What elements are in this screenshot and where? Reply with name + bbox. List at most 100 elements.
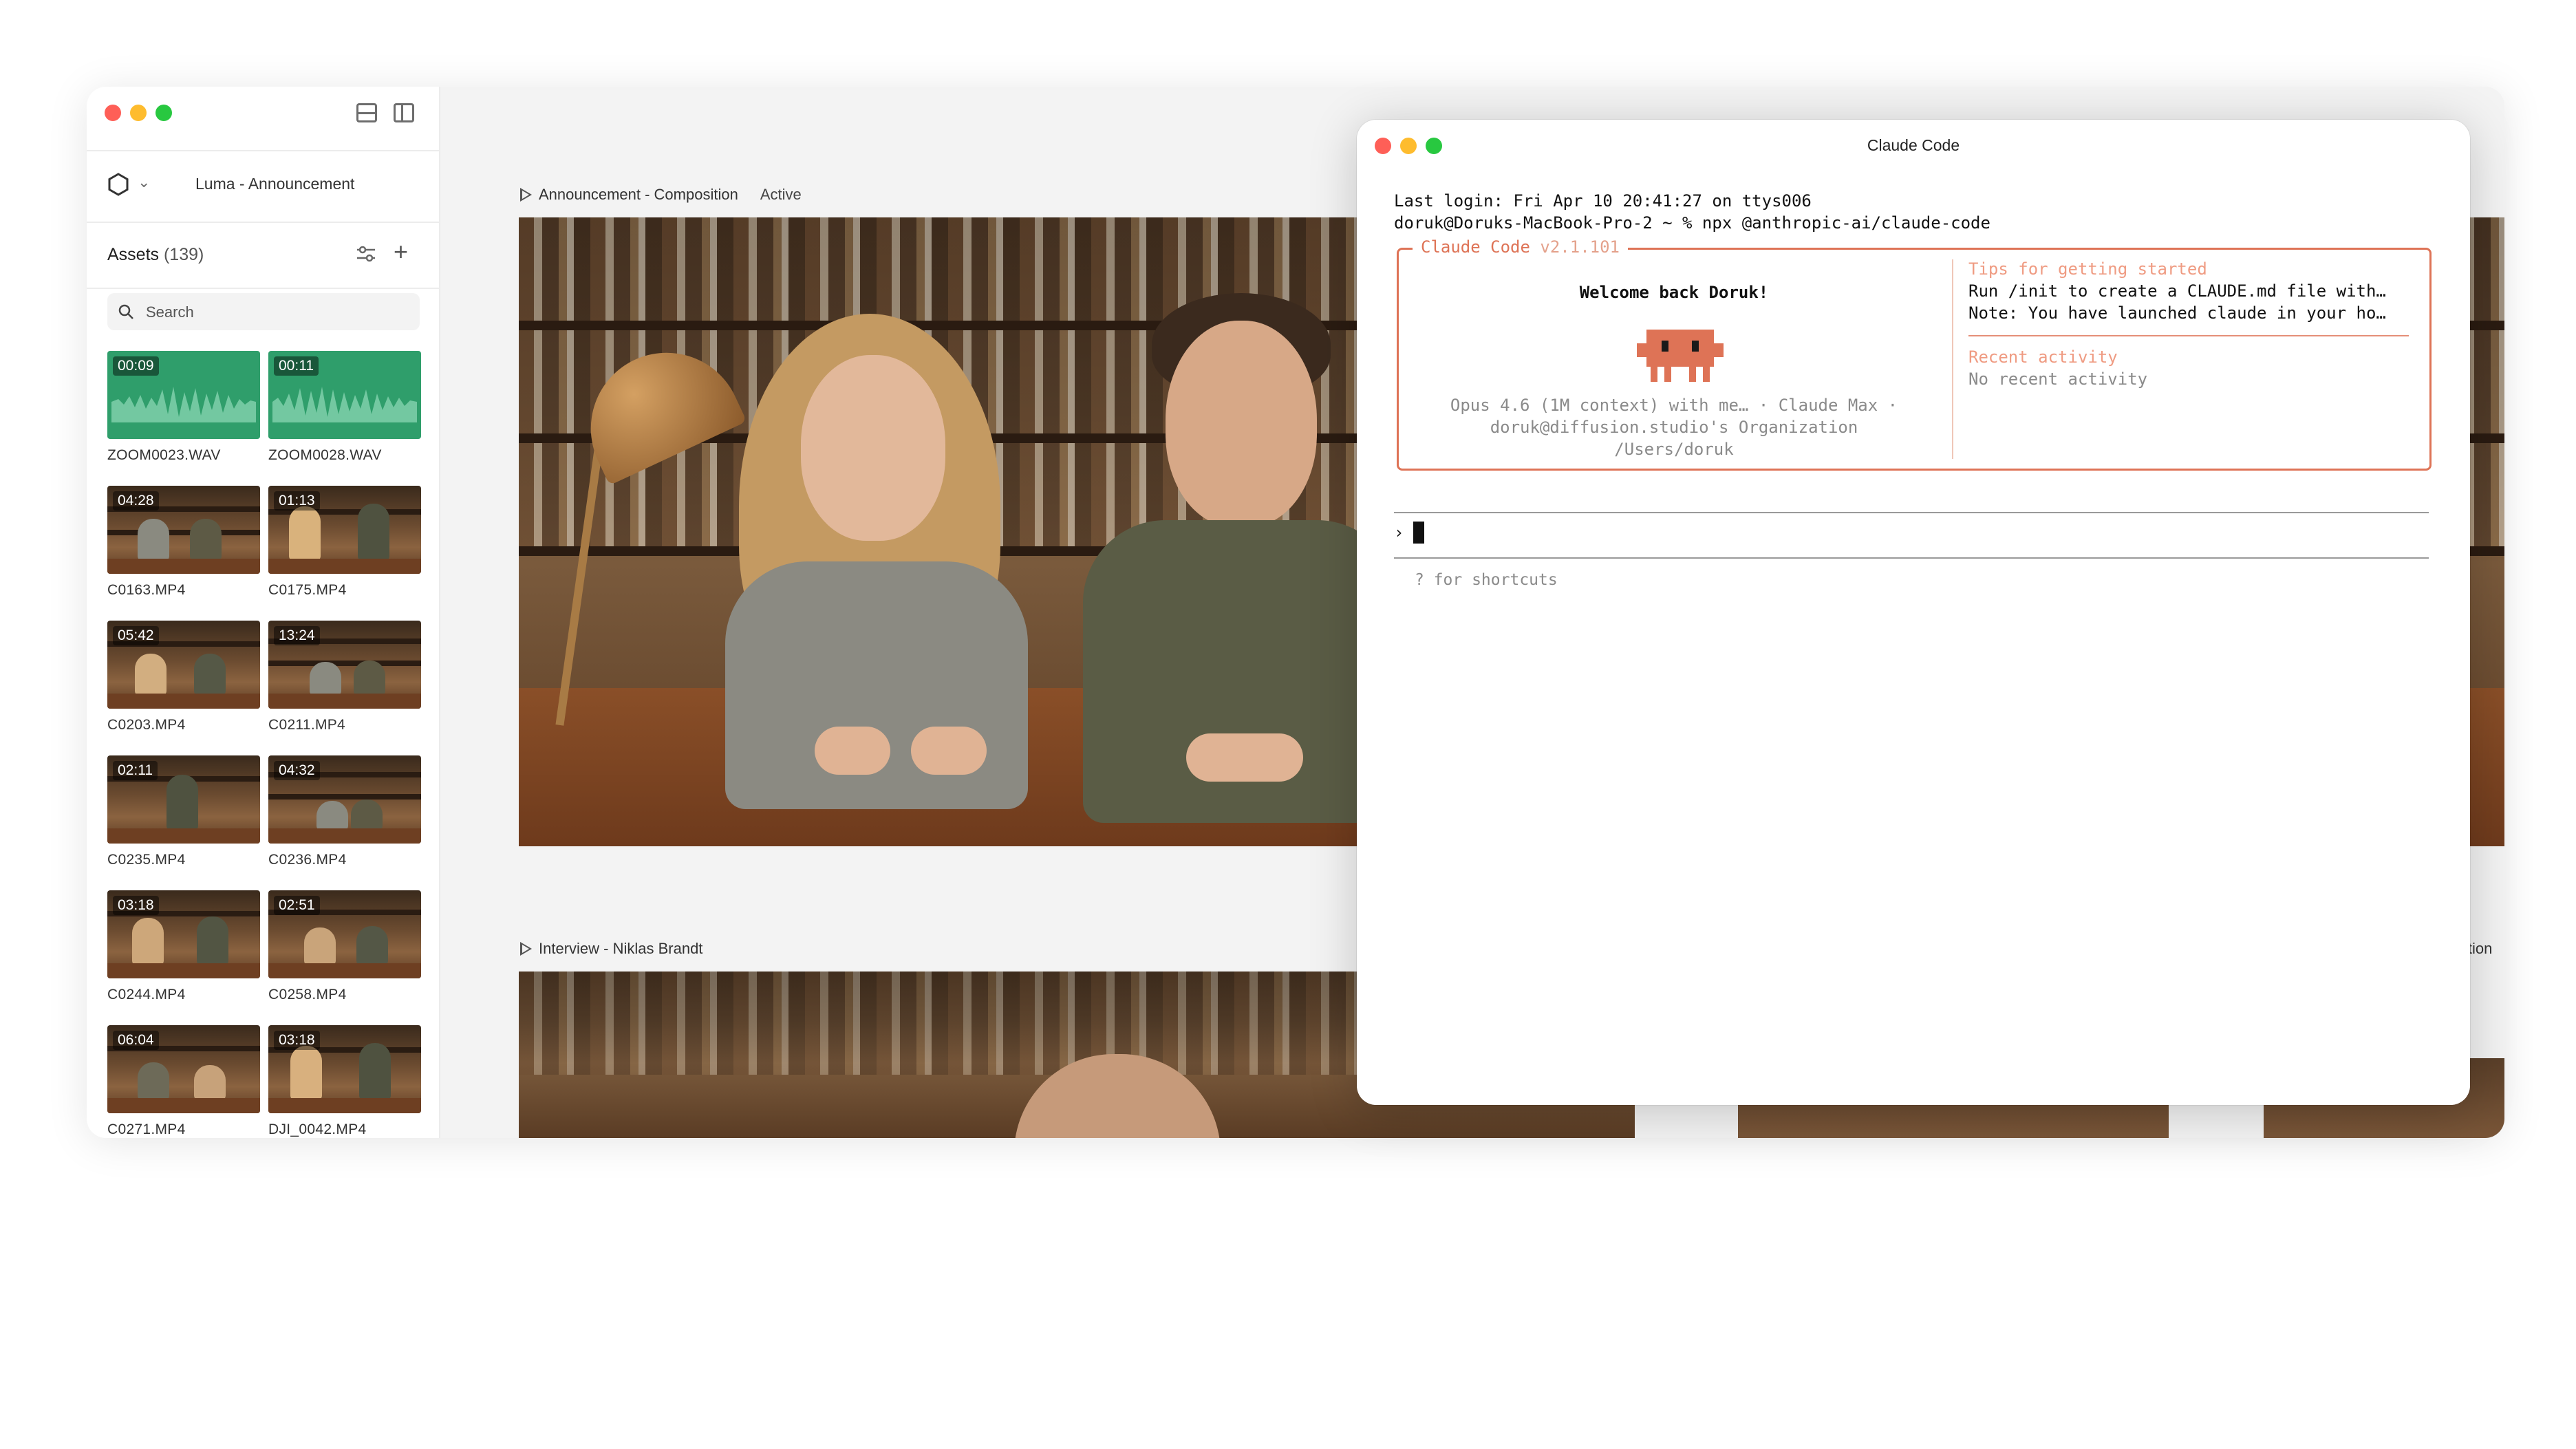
project-hexagon-icon: [108, 173, 129, 196]
asset-tile[interactable]: 04:32 C0236.MP4: [268, 755, 421, 868]
video-thumbnail: 05:42: [107, 621, 260, 709]
shortcuts-hint: ? for shortcuts: [1415, 571, 1558, 589]
minimize-window-button[interactable]: [130, 105, 147, 121]
play-icon[interactable]: [520, 188, 532, 202]
sidebar-toggle-icon[interactable]: [394, 103, 414, 122]
search-input[interactable]: Search: [107, 293, 420, 330]
asset-name: C0163.MP4: [107, 582, 186, 598]
waveform-icon: [272, 387, 417, 422]
organization-info: doruk@diffusion.studio's Organization: [1490, 418, 1858, 437]
video-thumbnail: 13:24: [268, 621, 421, 709]
maximize-window-button[interactable]: [155, 105, 172, 121]
asset-name: C0244.MP4: [107, 987, 186, 1002]
asset-tile[interactable]: 02:51 C0258.MP4: [268, 890, 421, 1003]
asset-name: C0211.MP4: [268, 717, 346, 733]
assets-count: (139): [163, 245, 204, 264]
panel-layout-icon[interactable]: [356, 103, 377, 122]
asset-name: C0235.MP4: [107, 852, 186, 868]
chevron-down-icon: ⌄: [138, 173, 151, 191]
input-top-border: [1394, 512, 2429, 513]
asset-name: C0271.MP4: [107, 1121, 186, 1137]
duration-badge: 13:24: [274, 626, 320, 645]
asset-tile[interactable]: 03:18 DJI_0042.MP4: [268, 1025, 421, 1138]
model-info: Opus 4.6 (1M context) with me… · Claude …: [1450, 396, 1898, 415]
terminal-title: Claude Code: [1867, 136, 1960, 154]
asset-tile[interactable]: 05:42 C0203.MP4: [107, 621, 260, 733]
project-selector[interactable]: ⌄ Luma - Announcement: [87, 150, 440, 222]
recent-activity-heading: Recent activity: [1968, 347, 2118, 367]
asset-tile[interactable]: 01:13 C0175.MP4: [268, 486, 421, 599]
text-cursor[interactable]: [1413, 522, 1424, 544]
search-placeholder: Search: [146, 303, 194, 321]
composition-title: Interview - Niklas Brandt: [539, 940, 703, 957]
duration-badge: 01:13: [274, 491, 320, 511]
close-window-button[interactable]: [105, 105, 121, 121]
assets-title-text: Assets: [107, 245, 160, 264]
duration-badge: 05:42: [113, 626, 159, 645]
asset-name: C0203.MP4: [107, 717, 186, 733]
panel-legend: Claude Code v2.1.101: [1413, 237, 1628, 257]
video-thumbnail: 03:18: [107, 890, 260, 978]
assets-header: Assets (139) +: [87, 223, 440, 289]
asset-tile[interactable]: 00:11 ZOOM0028.WAV: [268, 351, 421, 464]
video-thumbnail: 03:18: [268, 1025, 421, 1113]
asset-tile[interactable]: 02:11 C0235.MP4: [107, 755, 260, 868]
add-asset-icon[interactable]: +: [394, 239, 408, 264]
asset-tile[interactable]: 04:28 C0163.MP4: [107, 486, 260, 599]
sidebar: ⌄ Luma - Announcement Assets (139) + Sea…: [87, 87, 440, 1138]
duration-badge: 06:04: [113, 1031, 159, 1050]
audio-waveform-thumbnail: 00:11: [268, 351, 421, 439]
audio-waveform-thumbnail: 00:09: [107, 351, 260, 439]
project-name: Luma - Announcement: [195, 175, 355, 193]
asset-tile[interactable]: 03:18 C0244.MP4: [107, 890, 260, 1003]
duration-badge: 02:51: [274, 896, 320, 915]
divider: [87, 288, 440, 289]
panel-separator: [1968, 335, 2409, 336]
video-thumbnail: 02:51: [268, 890, 421, 978]
duration-badge: 04:28: [113, 491, 159, 511]
duration-badge: 03:18: [274, 1031, 320, 1050]
asset-name: C0236.MP4: [268, 852, 347, 868]
asset-tile[interactable]: 00:09 ZOOM0023.WAV: [107, 351, 260, 464]
command-line: doruk@Doruks-MacBook-Pro-2 ~ % npx @anth…: [1394, 213, 1990, 233]
composition-header[interactable]: Interview - Niklas Brandt: [520, 940, 702, 958]
working-directory: /Users/doruk: [1614, 440, 1734, 459]
duration-badge: 04:32: [274, 761, 320, 780]
tip-line: Run /init to create a CLAUDE.md file wit…: [1968, 281, 2386, 301]
duration-badge: 02:11: [113, 761, 158, 780]
tips-heading: Tips for getting started: [1968, 259, 2207, 279]
video-thumbnail: 01:13: [268, 486, 421, 574]
prompt-symbol: ›: [1394, 523, 1404, 542]
search-icon: [118, 304, 133, 319]
window-controls: [105, 105, 172, 121]
video-thumbnail: 04:32: [268, 755, 421, 844]
composition-title: Announcement - Composition: [539, 186, 738, 203]
welcome-message: Welcome back Doruk!: [1579, 283, 1769, 302]
assets-title: Assets (139): [107, 245, 204, 265]
asset-tile[interactable]: 13:24 C0211.MP4: [268, 621, 421, 733]
asset-name: C0175.MP4: [268, 582, 347, 598]
composition-status: Active: [760, 186, 802, 203]
claude-mascot-icon: [1637, 330, 1724, 382]
last-login-line: Last login: Fri Apr 10 20:41:27 on ttys0…: [1394, 191, 1812, 211]
welcome-panel: Claude Code v2.1.101 Welcome back Doruk!…: [1397, 237, 2432, 471]
recent-activity-body: No recent activity: [1968, 369, 2148, 389]
panel-divider: [1952, 259, 1953, 459]
app-name: Claude Code: [1421, 237, 1530, 257]
play-icon[interactable]: [520, 942, 532, 956]
duration-badge: 00:09: [113, 356, 159, 376]
app-version: v2.1.101: [1540, 237, 1620, 257]
asset-name: C0258.MP4: [268, 987, 347, 1002]
video-thumbnail: 04:28: [107, 486, 260, 574]
composition-header[interactable]: Announcement - Composition Active: [520, 186, 802, 204]
video-thumbnail: 02:11: [107, 755, 260, 844]
asset-name: ZOOM0023.WAV: [107, 447, 221, 463]
asset-tile[interactable]: 06:04 C0271.MP4: [107, 1025, 260, 1138]
duration-badge: 00:11: [274, 356, 319, 376]
terminal-window: Claude Code Last login: Fri Apr 10 20:41…: [1357, 120, 2470, 1105]
video-thumbnail: 06:04: [107, 1025, 260, 1113]
waveform-icon: [111, 387, 256, 422]
tip-line: Note: You have launched claude in your h…: [1968, 303, 2386, 323]
asset-name: DJI_0042.MP4: [268, 1121, 367, 1137]
filter-sliders-icon[interactable]: [355, 244, 377, 264]
